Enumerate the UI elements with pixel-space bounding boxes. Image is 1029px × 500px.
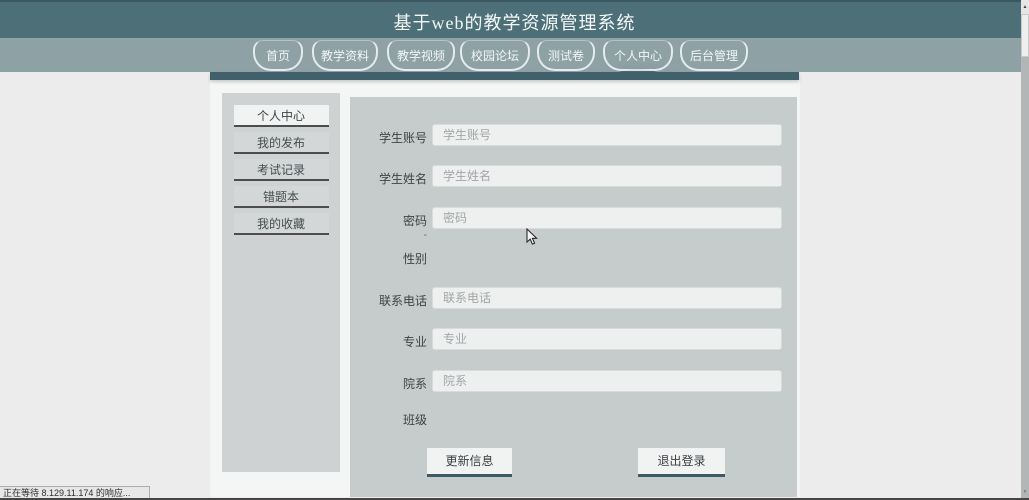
tab-home[interactable]: 首页	[253, 40, 303, 71]
student-account-label: 学生账号	[350, 129, 427, 146]
class-label: 班级	[350, 411, 427, 428]
gender-label: 性别	[350, 250, 427, 267]
sidebar-item-my-favorites[interactable]: 我的收藏	[234, 213, 329, 235]
vertical-scrollbar[interactable]: ▲ ▼	[1021, 0, 1029, 500]
form-row: 班级	[350, 411, 797, 435]
sidebar-menu: 个人中心 我的发布 考试记录 错题本 我的收藏	[222, 93, 340, 472]
profile-form: 学生账号 学生姓名 密码 - 性别 联系电话 专业 院系 班级	[350, 97, 797, 497]
logout-button[interactable]: 退出登录	[638, 448, 725, 477]
phone-label: 联系电话	[350, 292, 427, 309]
department-input[interactable]	[432, 370, 782, 392]
page-header: 基于web的教学资源管理系统	[0, 0, 1029, 38]
form-row: 性别	[350, 250, 797, 274]
form-row: 院系	[350, 370, 797, 394]
sidebar-item-my-posts[interactable]: 我的发布	[234, 132, 329, 154]
form-row: 密码 -	[350, 207, 797, 231]
major-input[interactable]	[432, 328, 782, 350]
password-required-marker: -	[410, 229, 427, 241]
content-top-accent-bar	[210, 72, 799, 80]
scrollbar-down-icon[interactable]: ▼	[1021, 486, 1029, 498]
tab-personal-center[interactable]: 个人中心	[603, 40, 673, 71]
mouse-cursor-icon	[526, 228, 539, 246]
tab-test-papers[interactable]: 测试卷	[537, 40, 595, 71]
browser-viewport: 基于web的教学资源管理系统 首页 教学资料 教学视频 校园论坛 测试卷 个人中…	[0, 0, 1029, 500]
phone-input[interactable]	[432, 287, 782, 309]
tab-campus-forum[interactable]: 校园论坛	[460, 40, 530, 71]
student-name-input[interactable]	[432, 165, 782, 187]
main-nav: 首页 教学资料 教学视频 校园论坛 测试卷 个人中心 后台管理	[0, 38, 1029, 72]
tab-teaching-videos[interactable]: 教学视频	[387, 40, 455, 71]
scrollbar-thumb[interactable]	[1021, 14, 1029, 57]
form-row: 学生账号	[350, 124, 797, 148]
major-label: 专业	[350, 333, 427, 350]
update-info-button[interactable]: 更新信息	[427, 448, 512, 477]
student-name-label: 学生姓名	[350, 170, 427, 187]
form-row: 专业	[350, 328, 797, 352]
department-label: 院系	[350, 375, 427, 392]
password-input[interactable]	[432, 207, 782, 229]
form-row: 联系电话	[350, 287, 797, 311]
sidebar-item-exam-records[interactable]: 考试记录	[234, 159, 329, 181]
student-account-input[interactable]	[432, 124, 782, 146]
sidebar-item-wrong-questions[interactable]: 错题本	[234, 186, 329, 208]
sidebar-item-personal-center[interactable]: 个人中心	[234, 105, 329, 127]
form-row: 学生姓名	[350, 165, 797, 189]
tab-admin[interactable]: 后台管理	[680, 40, 748, 71]
password-label: 密码	[350, 212, 427, 229]
scrollbar-up-icon[interactable]: ▲	[1021, 0, 1029, 14]
page-title: 基于web的教学资源管理系统	[0, 9, 1029, 35]
tab-teaching-materials[interactable]: 教学资料	[312, 40, 378, 71]
